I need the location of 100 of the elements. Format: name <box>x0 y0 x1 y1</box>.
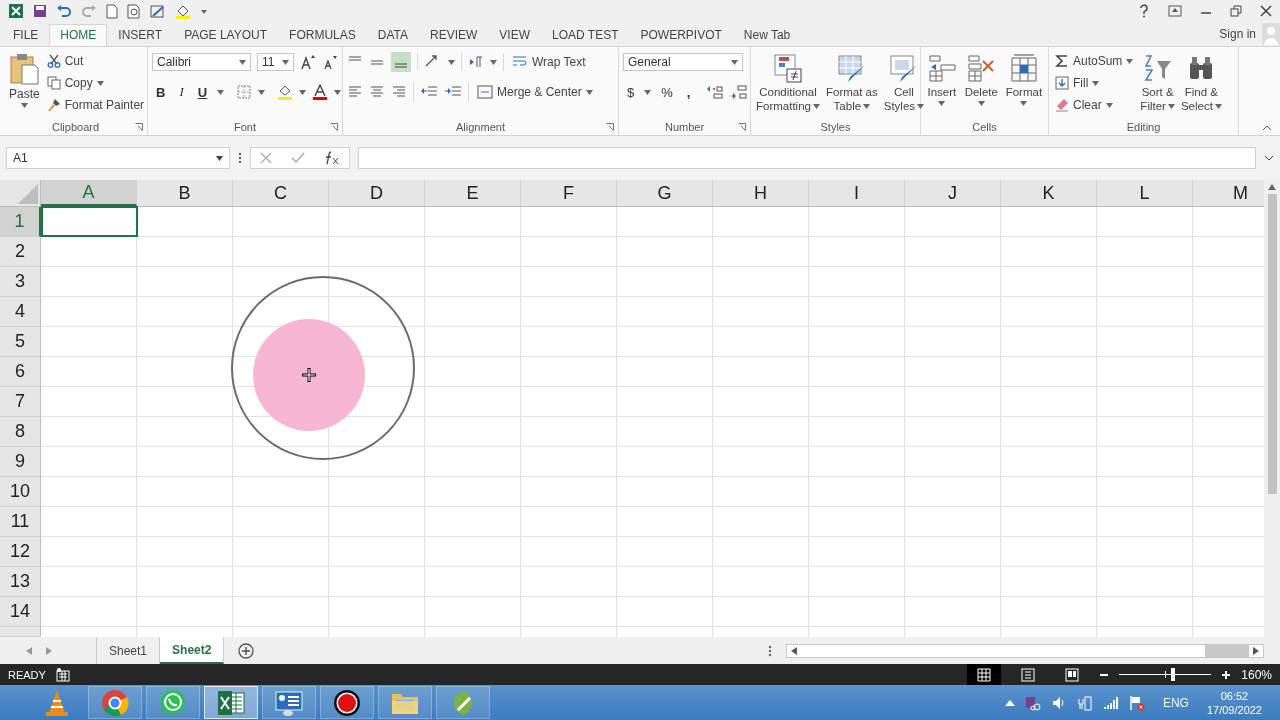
insert-button[interactable]: Insert <box>925 51 958 118</box>
check-icon[interactable] <box>291 152 305 164</box>
dialog-launcher-icon[interactable] <box>738 123 746 131</box>
format-as-table-button[interactable]: Format as Table <box>824 51 879 118</box>
zoom-slider-thumb[interactable] <box>1170 668 1175 681</box>
ribbon-tab[interactable]: FORMULAS <box>278 24 367 46</box>
normal-view-button[interactable] <box>967 664 1002 685</box>
formula-input-field[interactable] <box>358 147 1256 169</box>
undo-icon[interactable] <box>56 4 72 18</box>
taskbar-app-button[interactable] <box>320 686 374 719</box>
decrease-font-size-icon[interactable] <box>322 54 338 70</box>
row-header[interactable]: 3 <box>0 267 41 297</box>
column-header[interactable]: H <box>713 180 809 206</box>
circle-shape[interactable] <box>231 276 415 460</box>
comma-style-button[interactable]: , <box>682 84 695 100</box>
font-color-icon[interactable] <box>312 84 329 100</box>
scroll-right-icon[interactable] <box>1253 646 1259 655</box>
row-header[interactable]: 14 <box>0 597 41 627</box>
clear-button[interactable]: Clear <box>1053 95 1136 115</box>
column-header[interactable]: B <box>137 180 233 206</box>
scroll-left-icon[interactable] <box>791 646 797 655</box>
show-hidden-icons-icon[interactable] <box>1004 699 1015 706</box>
caret-icon[interactable] <box>258 89 266 95</box>
battery-icon[interactable] <box>1076 694 1093 711</box>
row-header[interactable]: 8 <box>0 417 41 447</box>
row-header[interactable]: 2 <box>0 237 41 267</box>
dialog-launcher-icon[interactable] <box>135 123 143 131</box>
sign-in-link[interactable]: Sign in <box>1219 27 1256 41</box>
caret-icon[interactable] <box>299 89 307 95</box>
row-header[interactable]: 5 <box>0 327 41 357</box>
percent-button[interactable]: % <box>657 84 677 100</box>
font-size-field[interactable]: 11 <box>256 53 294 71</box>
sort-filter-button[interactable]: Sort & Filter <box>1139 51 1176 118</box>
previous-sheet-icon[interactable] <box>26 646 32 655</box>
column-header[interactable]: L <box>1097 180 1193 206</box>
ribbon-tab[interactable]: DATA <box>366 24 419 46</box>
column-header[interactable]: D <box>329 180 425 206</box>
increase-font-size-icon[interactable] <box>300 54 316 70</box>
caret-icon[interactable] <box>217 89 225 95</box>
row-header[interactable]: 11 <box>0 507 41 537</box>
currency-button[interactable]: $ <box>623 84 639 100</box>
merge-center-button[interactable]: Merge & Center <box>475 82 595 102</box>
dialog-launcher-icon[interactable] <box>330 123 338 131</box>
number-format-field[interactable]: General <box>623 53 743 71</box>
ribbon-tab[interactable]: REVIEW <box>419 24 489 46</box>
column-header[interactable]: K <box>1001 180 1097 206</box>
ribbon-tab[interactable]: INSERT <box>107 24 174 46</box>
column-header[interactable]: F <box>521 180 617 206</box>
underline-button[interactable]: U <box>193 84 212 100</box>
notebook-icon[interactable] <box>1024 694 1041 711</box>
flag-icon[interactable] <box>1128 694 1145 711</box>
dialog-launcher-icon[interactable] <box>606 123 614 131</box>
clock-time[interactable]: 06:52 <box>1220 688 1249 703</box>
scroll-up-icon[interactable] <box>1268 184 1276 190</box>
customize-caret-icon[interactable] <box>200 7 208 15</box>
new-document-icon[interactable] <box>106 3 118 19</box>
input-language[interactable]: ENG <box>1162 695 1189 710</box>
ribbon-tab[interactable]: LOAD TEST <box>541 24 630 46</box>
decrease-decimal-icon[interactable] <box>730 84 749 100</box>
collapse-ribbon-icon[interactable] <box>1262 125 1272 131</box>
format-painter-button[interactable]: Format Painter <box>44 95 147 115</box>
print-preview-icon[interactable] <box>127 3 141 19</box>
fill-button[interactable]: Fill <box>1053 73 1136 93</box>
caret-icon[interactable] <box>490 59 497 65</box>
close-icon[interactable] <box>1260 5 1272 17</box>
column-header[interactable]: G <box>617 180 713 206</box>
sheet-tab[interactable]: Sheet2 <box>160 637 225 664</box>
name-box[interactable]: A1 <box>6 147 230 169</box>
row-header[interactable]: 6 <box>0 357 41 387</box>
find-select-button[interactable]: Find & Select <box>1179 51 1223 118</box>
row-header[interactable]: 7 <box>0 387 41 417</box>
row-header[interactable]: 4 <box>0 297 41 327</box>
cut-button[interactable]: Cut <box>44 51 147 71</box>
copy-button[interactable]: Copy <box>44 73 147 93</box>
ribbon-tab[interactable]: POWERPIVOT <box>629 24 733 46</box>
new-sheet-icon[interactable] <box>238 642 255 659</box>
zoom-in-icon[interactable] <box>1221 669 1232 680</box>
scroll-thumb[interactable] <box>1205 644 1249 657</box>
ribbon-tab[interactable]: New Tab <box>732 24 802 46</box>
horizontal-scrollbar[interactable] <box>786 643 1264 658</box>
column-header[interactable]: J <box>905 180 1001 206</box>
column-header[interactable]: C <box>233 180 329 206</box>
row-header[interactable]: 12 <box>0 537 41 567</box>
row-header[interactable]: 1 <box>0 207 41 237</box>
restore-icon[interactable] <box>1230 5 1242 17</box>
increase-decimal-icon[interactable] <box>706 84 725 100</box>
autosum-button[interactable]: AutoSum <box>1053 51 1136 71</box>
ribbon-tab[interactable]: VIEW <box>488 24 541 46</box>
more-icon[interactable] <box>768 644 772 657</box>
zoom-level[interactable]: 160% <box>1241 667 1272 682</box>
paragraph-direction-icon[interactable] <box>468 54 484 70</box>
caret-icon[interactable] <box>644 89 652 95</box>
signal-icon[interactable] <box>1102 694 1119 711</box>
format-button[interactable]: Format <box>1004 51 1044 118</box>
ribbon-tab[interactable]: FILE <box>2 24 50 46</box>
help-icon[interactable] <box>1138 4 1150 18</box>
clock-date[interactable]: 17/09/2022 <box>1206 702 1262 717</box>
wrap-text-button[interactable]: Wrap Text <box>510 52 588 72</box>
macro-record-icon[interactable] <box>55 667 70 682</box>
paste-button[interactable]: Paste <box>8 51 41 118</box>
